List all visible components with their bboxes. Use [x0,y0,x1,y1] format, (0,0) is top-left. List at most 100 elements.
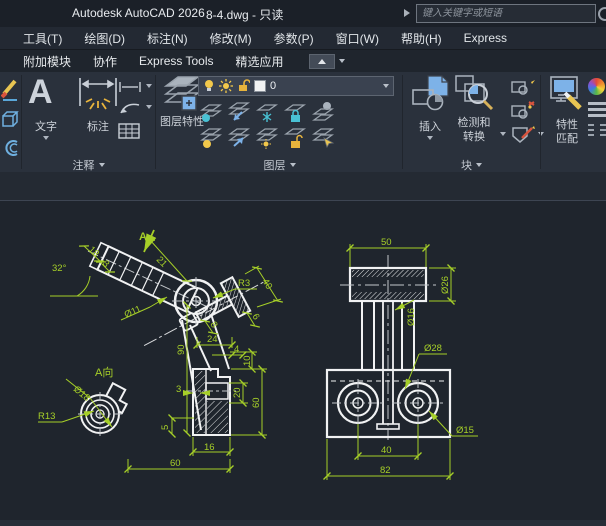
layer-on-off-icon[interactable] [310,100,336,124]
detect-convert-label-2[interactable]: 转换 [448,128,500,144]
dim-label: 4 [234,344,239,355]
bottom-strip [0,520,606,526]
clamp-icon [6,141,17,155]
block-redefine-icon[interactable] [510,100,536,120]
dim-label: 10 [242,355,253,366]
leader-tool-icon[interactable] [118,100,142,116]
layers-panel-label[interactable]: 图层 [157,158,402,171]
detect-convert-dropdown-icon[interactable] [500,132,506,136]
dim-label: 50 [381,237,392,248]
block-edit-icon[interactable] [510,76,536,96]
annotate-panel-label[interactable]: 注释 [22,158,155,171]
dim-label: 90 [176,344,187,355]
section-label: A [139,231,147,243]
title-bar: Autodesk AutoCAD 2026 8-4.dwg - 只读 [0,0,606,27]
ribbon-minimize-button[interactable] [309,54,335,69]
dim-label: 21 [154,254,169,269]
dim-label: 3 [176,384,181,395]
menu-item-tools[interactable]: 工具(T) [12,30,73,47]
dim-label: 60 [251,397,262,408]
lineweight-icon[interactable] [588,102,606,120]
ribbon-lower-band [0,172,606,201]
block-panel-label[interactable]: 块 [404,158,539,171]
menu-item-parametric[interactable]: 参数(P) [263,30,325,47]
menu-item-modify[interactable]: 修改(M) [199,30,263,47]
match-properties-label-2[interactable]: 匹配 [546,130,588,146]
layer-unlock-icon[interactable] [282,126,308,150]
ribbon-minimize-caret-icon[interactable] [339,59,345,63]
dim-label: Ø11 [123,304,143,321]
insert-block-icon[interactable] [410,74,450,116]
layer-properties-icon[interactable] [162,74,202,116]
layer-lock-icon[interactable] [282,100,308,124]
dim-label: Ø26 [440,276,451,294]
dim-label: 8 [207,320,219,330]
menu-item-help[interactable]: 帮助(H) [390,30,453,47]
ribbon: A 文字 标注 [0,72,606,172]
match-properties-icon[interactable] [548,74,586,116]
box-3d-icon [3,112,17,126]
layer-color-swatch [254,80,266,92]
dim-label: 40 [259,277,274,292]
dim-label: R13 [38,411,55,422]
dim-label: 82 [380,465,391,476]
insert-dropdown-icon[interactable] [427,136,433,140]
tab-express-tools[interactable]: Express Tools [128,54,224,68]
menu-item-draw[interactable]: 绘图(D) [73,30,136,47]
dimension-button-label[interactable]: 标注 [72,118,124,134]
dimension-dropdown-icon[interactable] [146,84,152,88]
layer-select[interactable]: 0 [198,76,394,96]
autocad-window: A 21 18 3 32° Ø11 R3 40 6 8 24 4 90 10 2… [0,0,606,526]
layer-isolate-icon[interactable] [198,100,224,124]
search-input[interactable] [416,4,596,23]
leader-dropdown-icon[interactable] [146,105,152,109]
block-tools-dropdown-icon[interactable] [538,132,544,136]
linetype-icon[interactable] [588,124,606,139]
dim-label: Ø28 [424,343,442,354]
search-expand-icon[interactable] [404,9,410,17]
dim-label: 32° [52,263,67,274]
app-title: Autodesk AutoCAD 2026 [72,6,205,20]
unlock-icon [237,79,250,93]
dim-label: 5 [160,425,171,430]
text-dropdown-icon[interactable] [43,136,49,140]
dim-label: 60 [170,458,181,469]
dim-label: 16 [204,442,215,453]
aux-view-geometry [78,379,132,436]
dim-label: R3 [238,278,250,289]
dim-label: 24 [207,334,218,345]
menu-item-dimension[interactable]: 标注(N) [136,30,199,47]
layer-match-icon[interactable] [226,126,252,150]
dimension-tool-icon[interactable] [76,76,120,116]
search-icon[interactable] [598,7,606,21]
ribbon-tab-bar: 附加模块 协作 Express Tools 精选应用 [0,50,606,72]
dim-label: 20 [232,387,243,398]
layer-select-caret-icon [383,84,389,88]
detect-convert-icon[interactable] [454,74,496,114]
table-tool-icon[interactable] [118,122,140,140]
tab-featured-apps[interactable]: 精选应用 [225,53,295,70]
layer-turn-on-icon[interactable] [198,126,224,150]
sun-icon [219,79,233,93]
menu-item-express[interactable]: Express [453,31,518,45]
text-button-label[interactable]: 文字 [18,118,74,134]
current-layer-name: 0 [270,80,379,92]
dim-label: 40 [381,445,392,456]
linear-dimension-icon[interactable] [118,80,142,94]
dim-label: Ø15 [456,425,474,436]
layer-thaw-icon[interactable] [254,126,280,150]
edge-toolbar[interactable] [1,76,19,156]
dim-label: Ø16 [406,308,417,326]
panel-divider [540,75,541,169]
layer-walk-icon[interactable] [310,126,336,150]
color-wheel-icon[interactable] [588,78,605,95]
layer-freeze-icon[interactable] [254,100,280,124]
text-tool-icon[interactable]: A [28,72,53,112]
tab-collaborate[interactable]: 协作 [82,53,128,70]
tab-add-ins[interactable]: 附加模块 [12,53,82,70]
layer-change-icon[interactable] [226,100,252,124]
document-title: 8-4.dwg - 只读 [206,6,283,23]
block-attribute-icon[interactable] [510,124,536,144]
insert-button-label[interactable]: 插入 [408,118,452,134]
menu-item-window[interactable]: 窗口(W) [325,30,390,47]
